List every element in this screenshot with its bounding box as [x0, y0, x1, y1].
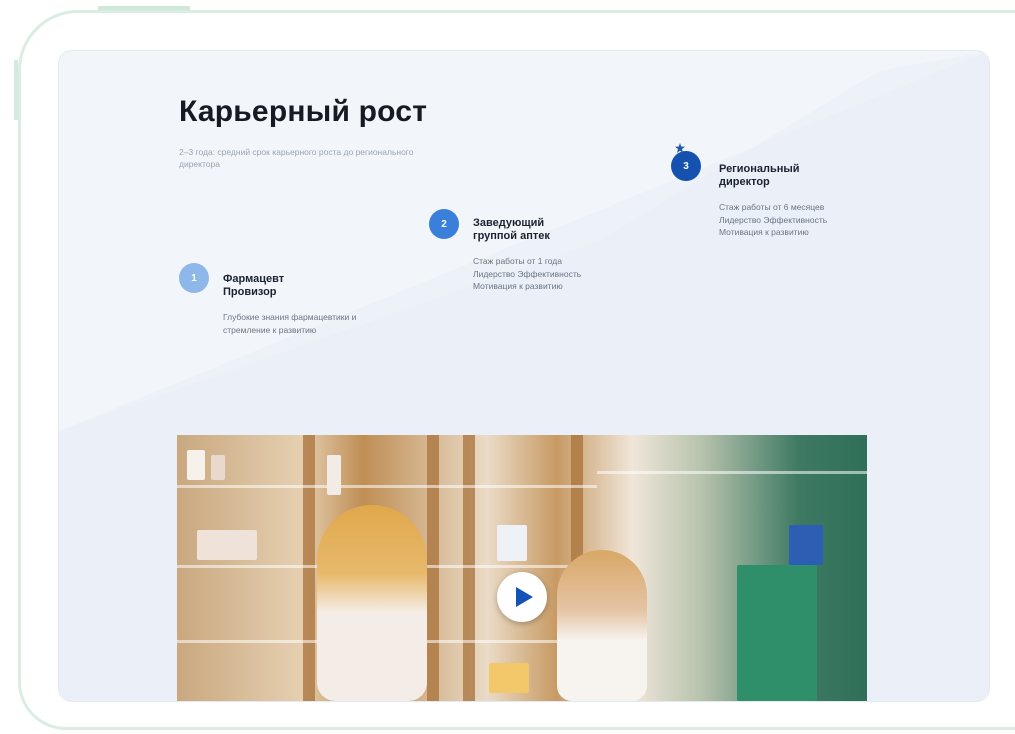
product-box — [497, 525, 527, 561]
product-box — [489, 663, 529, 693]
page-subtitle: 2–3 года: средний срок карьерного роста … — [179, 147, 414, 169]
step-title-2: Заведующий группой аптек — [473, 217, 550, 242]
product-box — [211, 455, 225, 480]
step-desc-2: Стаж работы от 1 года Лидерство Эффектив… — [473, 256, 582, 291]
shelf-post — [303, 435, 315, 701]
pharmacy-video[interactable] — [177, 435, 867, 701]
product-box — [327, 455, 341, 495]
play-icon — [516, 587, 533, 607]
shelf — [177, 485, 597, 488]
product-box — [737, 565, 817, 701]
step-badge-1: 1 — [179, 263, 209, 293]
step-badge-3: 3 — [671, 151, 701, 181]
pharmacist-left — [317, 505, 427, 701]
step-desc-1: Глубокие знания фармацевтики и стремлени… — [223, 312, 357, 335]
shelf-post — [427, 435, 439, 701]
step-title-1: Фармацевт Провизор — [223, 273, 285, 298]
step-desc-3: Стаж работы от 6 месяцев Лидерство Эффек… — [719, 202, 828, 237]
pharmacist-right — [557, 550, 647, 701]
career-growth-card: Карьерный рост 2–3 года: средний срок ка… — [58, 50, 990, 702]
page-title: Карьерный рост — [179, 95, 428, 128]
play-button[interactable] — [497, 572, 547, 622]
shelf — [597, 471, 867, 474]
product-box — [187, 450, 205, 480]
step-badge-2: 2 — [429, 209, 459, 239]
product-box — [197, 530, 257, 560]
product-box — [789, 525, 823, 565]
shelf-post — [463, 435, 475, 701]
step-title-3: Региональный директор — [719, 163, 800, 188]
